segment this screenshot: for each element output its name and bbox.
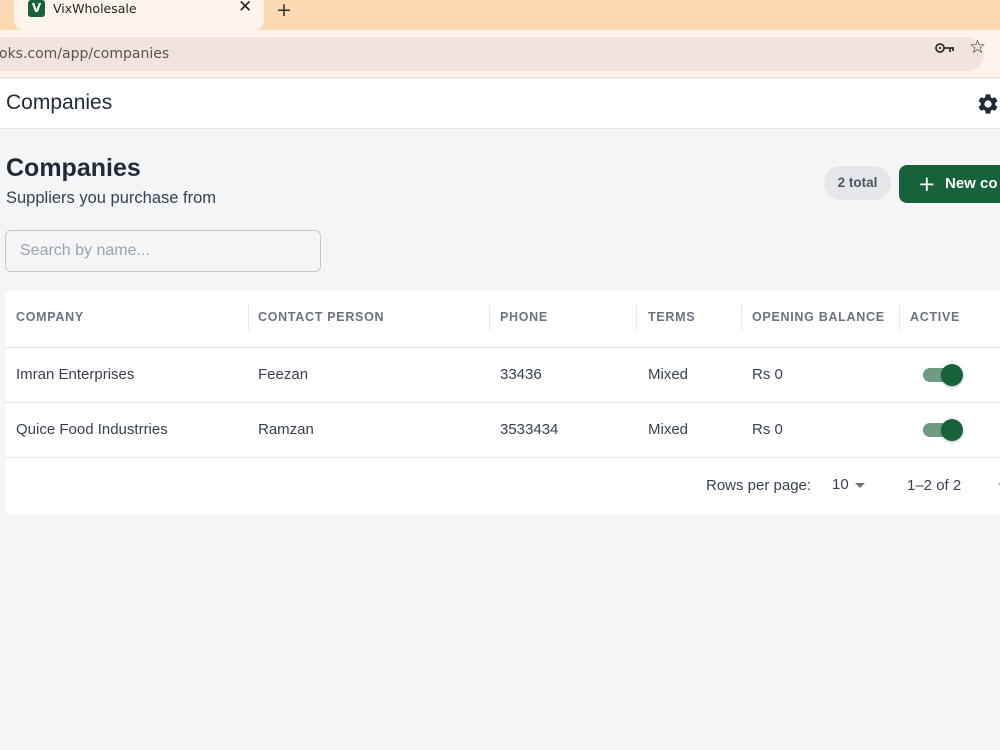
search-input[interactable] <box>5 230 321 272</box>
column-header-phone[interactable]: PHONE <box>500 290 548 347</box>
app-favicon-icon: V <box>28 0 45 17</box>
new-tab-icon[interactable]: + <box>276 0 292 21</box>
active-toggle[interactable] <box>923 419 963 441</box>
tab-title: VixWholesale <box>53 1 137 16</box>
column-divider[interactable] <box>636 305 637 330</box>
previous-tab-edge[interactable]: ‹ <box>0 0 14 30</box>
column-header-company[interactable]: COMPANY <box>16 290 84 347</box>
star-icon[interactable]: ☆ <box>969 36 986 58</box>
caret-down-icon[interactable] <box>855 483 865 488</box>
cell-contact-person: Feezan <box>258 366 309 383</box>
column-header-active[interactable]: ACTIVE <box>910 290 960 347</box>
companies-table: COMPANY CONTACT PERSON PHONE TERMS OPENI… <box>5 290 1000 514</box>
cell-company: Quice Food Industrries <box>16 421 168 438</box>
table-row[interactable]: Imran Enterprises Feezan 33436 Mixed Rs … <box>5 348 1000 403</box>
column-divider[interactable] <box>248 305 249 330</box>
toggle-thumb <box>941 419 963 441</box>
url-text[interactable]: oks.com/app/companies <box>0 46 169 62</box>
cell-opening-balance: Rs 0 <box>752 421 783 438</box>
column-divider[interactable] <box>741 305 742 330</box>
column-header-opening-balance[interactable]: OPENING BALANCE <box>752 290 885 347</box>
count-badge: 2 total <box>824 166 891 200</box>
gear-icon[interactable] <box>976 92 1000 116</box>
plus-icon: + <box>918 172 936 196</box>
column-header-terms[interactable]: TERMS <box>648 290 695 347</box>
browser-tabstrip: ‹ V VixWholesale ✕ + <box>0 0 1000 30</box>
cell-phone: 3533434 <box>500 421 559 438</box>
column-header-contact-person[interactable]: CONTACT PERSON <box>258 290 384 347</box>
cell-company: Imran Enterprises <box>16 366 135 383</box>
column-divider[interactable] <box>899 305 900 330</box>
column-divider[interactable] <box>489 305 490 330</box>
page-title: Companies <box>6 154 141 182</box>
rows-per-page-select[interactable]: 10 <box>832 476 849 493</box>
new-company-label: New co <box>945 175 998 192</box>
browser-tab-active[interactable]: V VixWholesale ✕ <box>14 0 264 30</box>
app-header: Companies <box>0 79 1000 129</box>
active-toggle[interactable] <box>923 364 963 386</box>
cell-opening-balance: Rs 0 <box>752 366 783 383</box>
pagination-range: 1–2 of 2 <box>907 477 962 494</box>
app-header-title: Companies <box>6 91 113 114</box>
cell-contact-person: Ramzan <box>258 421 314 438</box>
new-company-button[interactable]: + New co <box>899 165 1000 203</box>
address-bar[interactable]: oks.com/app/companies <box>0 37 984 71</box>
cell-terms: Mixed <box>648 421 689 438</box>
rows-per-page-label: Rows per page: <box>706 477 812 494</box>
browser-toolbar: oks.com/app/companies ☆ <box>0 30 1000 78</box>
close-icon[interactable]: ✕ <box>238 0 252 17</box>
page-subtitle: Suppliers you purchase from <box>6 189 217 207</box>
cell-phone: 33436 <box>500 366 542 383</box>
toggle-thumb <box>941 364 963 386</box>
key-icon[interactable] <box>935 41 955 55</box>
cell-terms: Mixed <box>648 366 689 383</box>
table-row[interactable]: Quice Food Industrries Ramzan 3533434 Mi… <box>5 403 1000 458</box>
